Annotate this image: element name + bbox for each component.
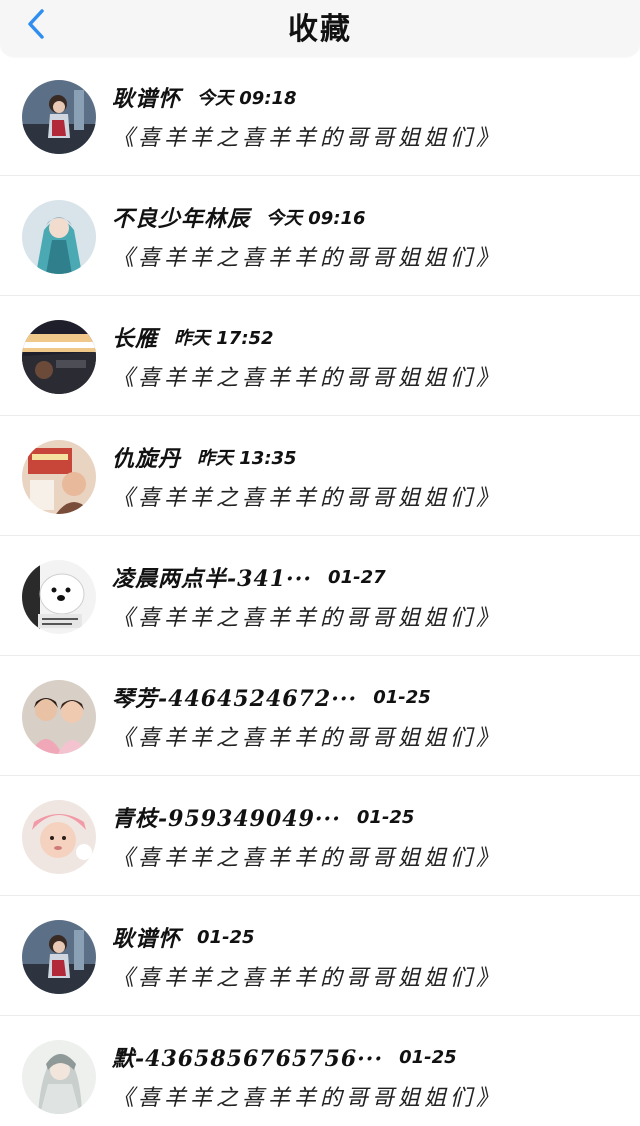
list-item[interactable]: 耿谱怀 01-25 《喜羊羊之喜羊羊的哥哥姐姐们》 [0,896,640,1016]
item-meta: 不良少年林辰 今天 09:16 [112,204,366,232]
timestamp: 01-25 [373,686,431,708]
timestamp: 昨天 17:52 [174,328,274,349]
item-meta: 长雁 昨天 17:52 [112,324,274,352]
anime-character-avatar-icon [22,200,96,274]
item-meta: 琴芳-4464524672··· 01-25 [112,684,431,712]
avatar[interactable] [22,200,96,274]
avatar[interactable] [22,1040,96,1114]
list-item[interactable]: 长雁 昨天 17:52 《喜羊羊之喜羊羊的哥哥姐姐们》 [0,296,640,416]
sender-name: 默-4365856765756··· [112,1046,384,1072]
ink-portrait-avatar-icon [22,1040,96,1114]
avatar[interactable] [22,320,96,394]
list-item[interactable]: 不良少年林辰 今天 09:16 《喜羊羊之喜羊羊的哥哥姐姐们》 [0,176,640,296]
sender-name: 耿谱怀 [112,86,182,112]
item-meta: 默-4365856765756··· 01-25 [112,1044,457,1072]
item-meta: 仇旋丹 昨天 13:35 [112,444,297,472]
message-preview: 《喜羊羊之喜羊羊的哥哥姐姐们》 [112,366,503,391]
avatar[interactable] [22,80,96,154]
sender-name: 凌晨两点半-341··· [112,566,313,592]
avatar[interactable] [22,560,96,634]
message-preview: 《喜羊羊之喜羊羊的哥哥姐姐们》 [112,726,503,751]
timestamp: 01-27 [328,566,386,588]
list-item[interactable]: 青枝-959349049··· 01-25 《喜羊羊之喜羊羊的哥哥姐姐们》 [0,776,640,896]
avatar[interactable] [22,920,96,994]
message-preview: 《喜羊羊之喜羊羊的哥哥姐姐们》 [112,966,503,991]
timestamp: 今天 09:16 [266,208,366,229]
avatar[interactable] [22,680,96,754]
message-preview: 《喜羊羊之喜羊羊的哥哥姐姐们》 [112,1086,503,1111]
item-meta: 青枝-959349049··· 01-25 [112,804,415,832]
message-preview: 《喜羊羊之喜羊羊的哥哥姐姐们》 [112,606,503,631]
item-meta: 耿谱怀 01-25 [112,924,255,952]
avatar[interactable] [22,800,96,874]
top-bar: 收藏 [0,0,640,56]
two-kids-avatar-icon [22,680,96,754]
timestamp: 01-25 [399,1046,457,1068]
sender-name: 青枝-959349049··· [112,806,341,832]
list-item[interactable]: 默-4365856765756··· 01-25 《喜羊羊之喜羊羊的哥哥姐姐们》 [0,1016,640,1126]
sender-name: 长雁 [112,326,159,352]
item-meta: 凌晨两点半-341··· 01-27 [112,564,386,592]
birthday-avatar-icon [22,440,96,514]
timestamp: 01-25 [356,806,415,828]
list-item[interactable]: 凌晨两点半-341··· 01-27 《喜羊羊之喜羊羊的哥哥姐姐们》 [0,536,640,656]
item-meta: 耿谱怀 今天 09:18 [112,84,297,112]
sender-name: 耿谱怀 [112,926,182,952]
timestamp: 今天 09:18 [197,88,297,109]
page-title: 收藏 [288,12,352,47]
message-preview: 《喜羊羊之喜羊羊的哥哥姐姐们》 [112,846,503,871]
avatar[interactable] [22,440,96,514]
message-preview: 《喜羊羊之喜羊羊的哥哥姐姐们》 [112,246,503,271]
list-item[interactable]: 耿谱怀 今天 09:18 《喜羊羊之喜羊羊的哥哥姐姐们》 [0,56,640,176]
girl-figure-avatar-icon [22,920,96,994]
sender-name: 琴芳-4464524672··· [112,686,358,712]
message-preview: 《喜羊羊之喜羊羊的哥哥姐姐们》 [112,126,503,151]
timestamp: 昨天 13:35 [197,448,297,469]
message-preview: 《喜羊羊之喜羊羊的哥哥姐姐们》 [112,486,503,511]
list-item[interactable]: 琴芳-4464524672··· 01-25 《喜羊羊之喜羊羊的哥哥姐姐们》 [0,656,640,776]
baby-avatar-icon [22,800,96,874]
sender-name: 不良少年林辰 [112,206,251,232]
girl-figure-avatar-icon [22,80,96,154]
sender-name: 仇旋丹 [112,446,182,472]
polar-bear-avatar-icon [22,560,96,634]
timestamp: 01-25 [197,926,255,948]
favorites-list: 耿谱怀 今天 09:18 《喜羊羊之喜羊羊的哥哥姐姐们》 不良少年林辰 今天 0… [0,56,640,1126]
car-interior-avatar-icon [22,320,96,394]
list-item[interactable]: 仇旋丹 昨天 13:35 《喜羊羊之喜羊羊的哥哥姐姐们》 [0,416,640,536]
